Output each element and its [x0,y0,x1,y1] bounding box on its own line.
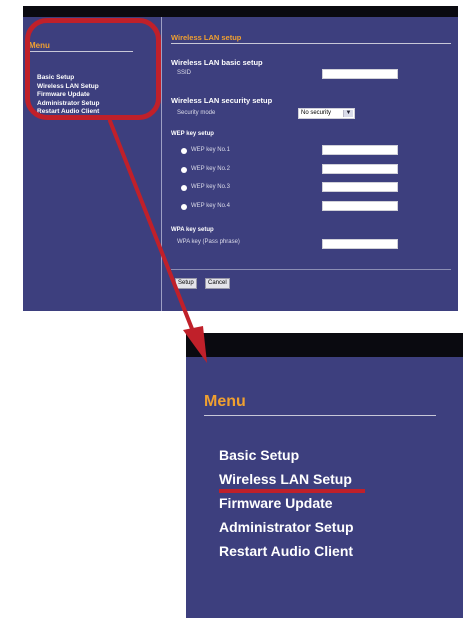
arrow-icon [108,119,207,363]
